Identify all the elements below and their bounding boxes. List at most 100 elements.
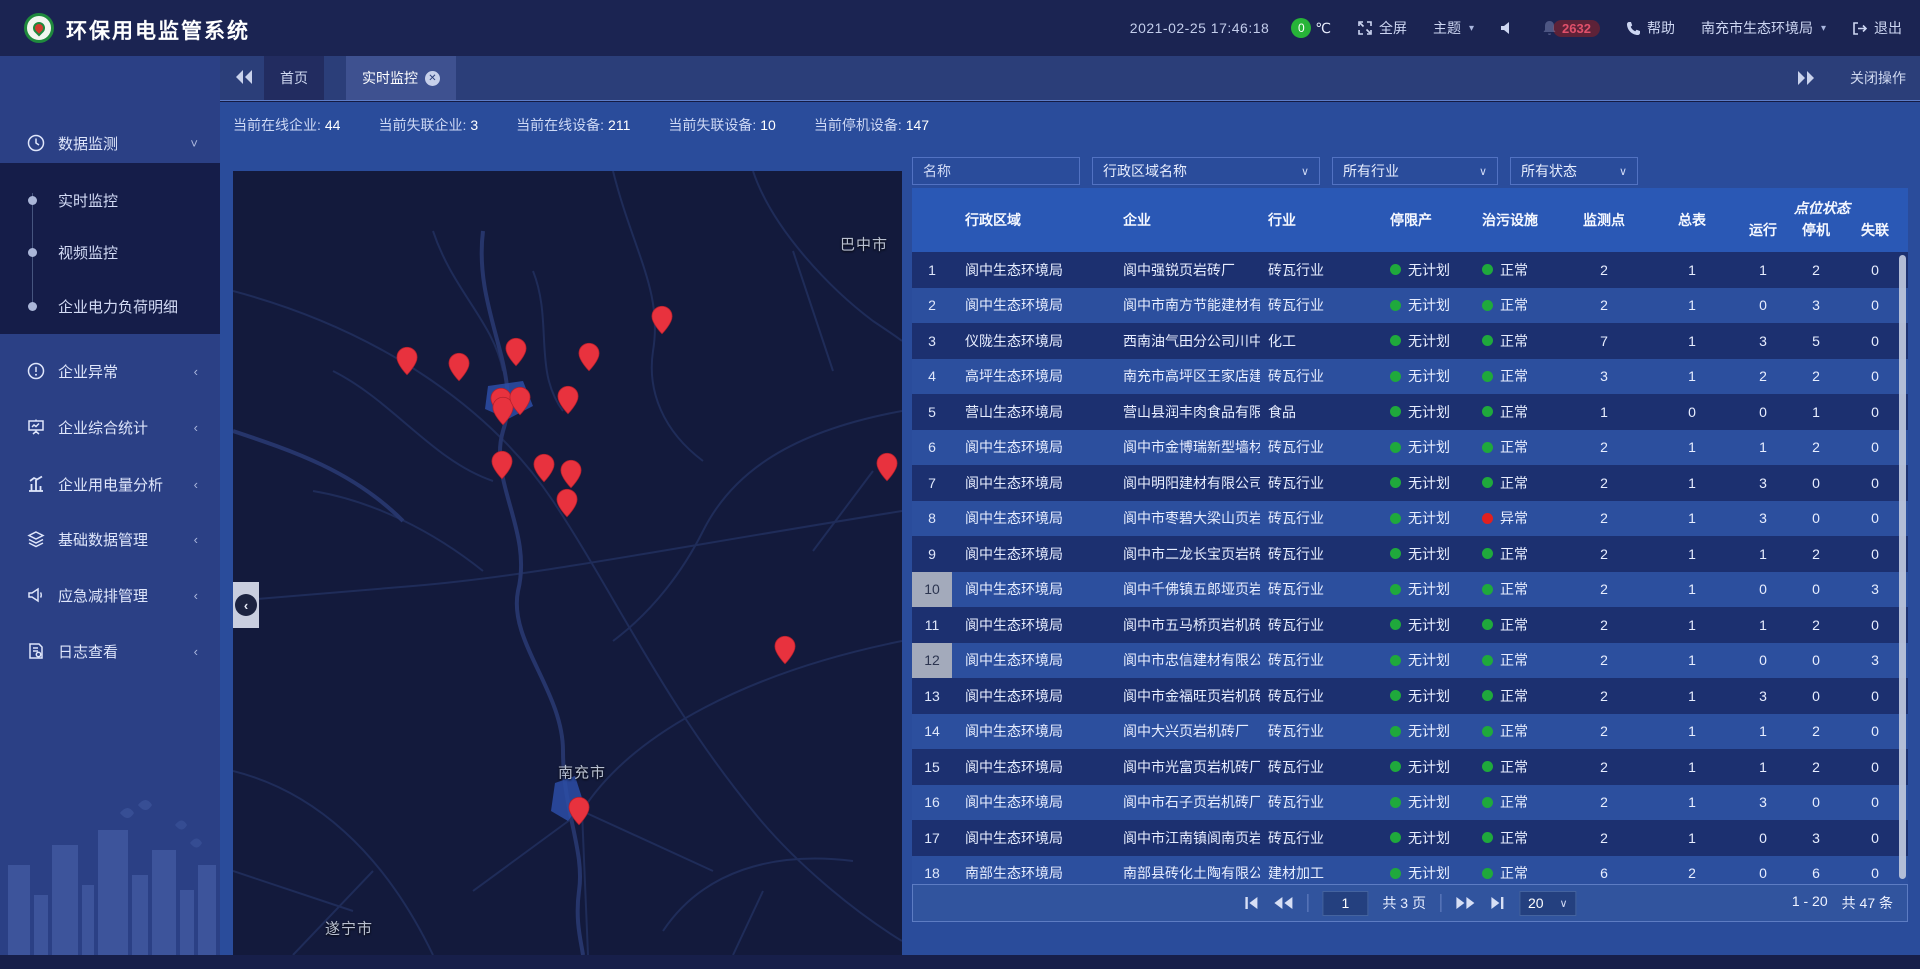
user-label: 南充市生态环境局	[1701, 18, 1813, 38]
cell-stop-status: 无计划	[1378, 323, 1470, 359]
table-row[interactable]: 8 阆中生态环境局 阆中市枣碧大梁山页岩 砖瓦行业 无计划 异常 2 1 3 0…	[912, 501, 1908, 537]
tab-close-icon[interactable]: ✕	[425, 71, 440, 86]
sidebar-item-enterprise-statistics[interactable]: 企业综合统计 ‹	[0, 407, 220, 447]
fullscreen-button[interactable]: 全屏	[1357, 18, 1407, 38]
tabs-scroll-right-button[interactable]	[1796, 69, 1816, 87]
map-pin-icon[interactable]	[556, 488, 578, 518]
sidebar-subitem-realtime-monitoring[interactable]: 实时监控	[0, 188, 220, 212]
sidebar-item-emergency-reduction[interactable]: 应急减排管理 ‹	[0, 575, 220, 615]
logout-icon	[1852, 21, 1868, 36]
map-pin-icon[interactable]	[876, 452, 898, 482]
help-button[interactable]: 帮助	[1626, 18, 1675, 38]
notification-count-badge: 2632	[1553, 20, 1600, 37]
table-row[interactable]: 4 高坪生态环境局 南充市高坪区王家店建 砖瓦行业 无计划 正常 3 1 2 2…	[912, 359, 1908, 395]
cell-company: 阆中市二龙长宝页岩砖	[1112, 536, 1260, 572]
status-dot-icon	[1390, 797, 1401, 808]
close-operations-button[interactable]: 关闭操作	[1850, 68, 1906, 88]
status-filter-select[interactable]: 所有状态 ∨	[1510, 157, 1638, 185]
tab-strip: 首页 实时监控 ✕ 关闭操作	[220, 56, 1920, 101]
record-range-label: 1 - 20	[1792, 893, 1828, 913]
logout-button[interactable]: 退出	[1852, 18, 1902, 38]
map-pin-icon[interactable]	[509, 386, 531, 416]
page-size-select[interactable]: 20 ∨	[1519, 891, 1577, 916]
map-pin-icon[interactable]	[448, 352, 470, 382]
sidebar-item-data-monitoring[interactable]: 数据监测 ˅	[0, 123, 220, 163]
map-pin-icon[interactable]	[560, 459, 582, 489]
cell-region: 阆中生态环境局	[952, 785, 1112, 821]
cell-company: 阆中大兴页岩机砖厂	[1112, 714, 1260, 750]
theme-dropdown[interactable]: 主题 ▾	[1433, 18, 1474, 38]
cell-run-count: 0	[1736, 288, 1790, 324]
cell-halt-count: 0	[1790, 465, 1842, 501]
table-row[interactable]: 11 阆中生态环境局 阆中市五马桥页岩机砖 砖瓦行业 无计划 正常 2 1 1 …	[912, 607, 1908, 643]
sidebar-item-enterprise-abnormal[interactable]: 企业异常 ‹	[0, 351, 220, 391]
table-row[interactable]: 9 阆中生态环境局 阆中市二龙长宝页岩砖 砖瓦行业 无计划 正常 2 1 1 2…	[912, 536, 1908, 572]
sound-button[interactable]	[1500, 21, 1516, 35]
previous-page-button[interactable]	[1273, 896, 1293, 910]
status-dot-icon	[1390, 619, 1401, 630]
sidebar-item-log-view[interactable]: 日志查看 ‹	[0, 631, 220, 671]
map-pin-icon[interactable]	[651, 305, 673, 335]
cell-halt-count: 6	[1790, 856, 1842, 885]
col-header-monitor: 监测点	[1560, 188, 1648, 252]
sidebar-item-base-data-management[interactable]: 基础数据管理 ‹	[0, 519, 220, 559]
map-pin-icon[interactable]	[505, 337, 527, 367]
table-row[interactable]: 13 阆中生态环境局 阆中市金福旺页岩机砖 砖瓦行业 无计划 正常 2 1 3 …	[912, 678, 1908, 714]
cell-monitor-count: 2	[1560, 714, 1648, 750]
map-pin-icon[interactable]	[396, 346, 418, 376]
map-panel[interactable]: 巴中市南充市遂宁市 ‹	[233, 171, 902, 955]
first-page-button[interactable]	[1243, 896, 1259, 910]
status-dot-icon	[1482, 619, 1493, 630]
cell-facility-status: 正常	[1470, 785, 1560, 821]
cell-industry: 砖瓦行业	[1260, 501, 1378, 537]
table-row[interactable]: 15 阆中生态环境局 阆中市光富页岩机砖厂 砖瓦行业 无计划 正常 2 1 1 …	[912, 749, 1908, 785]
next-page-button[interactable]	[1455, 896, 1475, 910]
last-page-button[interactable]	[1489, 896, 1505, 910]
cell-facility-status: 正常	[1470, 394, 1560, 430]
table-row[interactable]: 5 营山生态环境局 营山县润丰肉食品有限 食品 无计划 正常 1 0 0 1 0	[912, 394, 1908, 430]
table-row[interactable]: 1 阆中生态环境局 阆中强锐页岩砖厂 砖瓦行业 无计划 正常 2 1 1 2 0	[912, 252, 1908, 288]
status-dot-icon	[1482, 406, 1493, 417]
table-row[interactable]: 7 阆中生态环境局 阆中明阳建材有限公司 砖瓦行业 无计划 正常 2 1 3 0…	[912, 465, 1908, 501]
sidebar-item-power-analysis[interactable]: 企业用电量分析 ‹	[0, 464, 220, 504]
cell-meter-count: 1	[1648, 465, 1736, 501]
table-row[interactable]: 17 阆中生态环境局 阆中市江南镇阆南页岩 砖瓦行业 无计划 正常 2 1 0 …	[912, 820, 1908, 856]
table-row[interactable]: 6 阆中生态环境局 阆中市金博瑞新型墙材 砖瓦行业 无计划 正常 2 1 1 2…	[912, 430, 1908, 466]
table-row[interactable]: 16 阆中生态环境局 阆中市石子页岩机砖厂 砖瓦行业 无计划 正常 2 1 3 …	[912, 785, 1908, 821]
map-pin-icon[interactable]	[557, 385, 579, 415]
page-number-input[interactable]	[1322, 891, 1368, 916]
user-dropdown[interactable]: 南充市生态环境局 ▾	[1701, 18, 1826, 38]
map-pin-icon[interactable]	[491, 450, 513, 480]
cell-industry: 砖瓦行业	[1260, 572, 1378, 608]
tab-home[interactable]: 首页	[264, 56, 324, 100]
table-row[interactable]: 14 阆中生态环境局 阆中大兴页岩机砖厂 砖瓦行业 无计划 正常 2 1 1 2…	[912, 714, 1908, 750]
table-row[interactable]: 10 阆中生态环境局 阆中千佛镇五郎垭页岩 砖瓦行业 无计划 正常 2 1 0 …	[912, 572, 1908, 608]
industry-filter-select[interactable]: 所有行业 ∨	[1332, 157, 1498, 185]
cell-run-count: 0	[1736, 572, 1790, 608]
divider	[1307, 894, 1308, 912]
tab-realtime-monitoring[interactable]: 实时监控 ✕	[346, 56, 456, 100]
cell-facility-status: 正常	[1470, 572, 1560, 608]
col-header-halt: 停机	[1790, 218, 1842, 252]
sidebar-subitem-power-load-detail[interactable]: 企业电力负荷明细	[0, 294, 220, 318]
map-pin-icon[interactable]	[774, 635, 796, 665]
table-row[interactable]: 3 仪陇生态环境局 西南油气田分公司川中 化工 无计划 正常 7 1 3 5 0	[912, 323, 1908, 359]
chevron-down-icon: ▾	[1821, 23, 1826, 34]
region-filter-select[interactable]: 行政区域名称 ∨	[1092, 157, 1320, 185]
table-scrollbar[interactable]	[1899, 255, 1906, 879]
table-row[interactable]: 18 南部生态环境局 南部县砖化土陶有限公 建材加工 无计划 正常 6 2 0 …	[912, 856, 1908, 885]
status-dot-icon	[1482, 690, 1493, 701]
sidebar-collapse-button[interactable]: ‹	[233, 582, 259, 628]
table-row[interactable]: 12 阆中生态环境局 阆中市忠信建材有限公 砖瓦行业 无计划 正常 2 1 0 …	[912, 643, 1908, 679]
sidebar-subitem-video-monitoring[interactable]: 视频监控	[0, 240, 220, 264]
map-pin-icon[interactable]	[568, 796, 590, 826]
map-pin-icon[interactable]	[578, 342, 600, 372]
notifications-button[interactable]: 2632	[1542, 20, 1600, 37]
tabs-scroll-left-button[interactable]	[234, 68, 254, 86]
name-filter-input[interactable]	[912, 157, 1080, 185]
cell-facility-status: 正常	[1470, 465, 1560, 501]
map-pin-icon[interactable]	[533, 453, 555, 483]
cell-stop-status: 无计划	[1378, 643, 1470, 679]
cell-company: 阆中市五马桥页岩机砖	[1112, 607, 1260, 643]
table-row[interactable]: 2 阆中生态环境局 阆中市南方节能建材有 砖瓦行业 无计划 正常 2 1 0 3…	[912, 288, 1908, 324]
